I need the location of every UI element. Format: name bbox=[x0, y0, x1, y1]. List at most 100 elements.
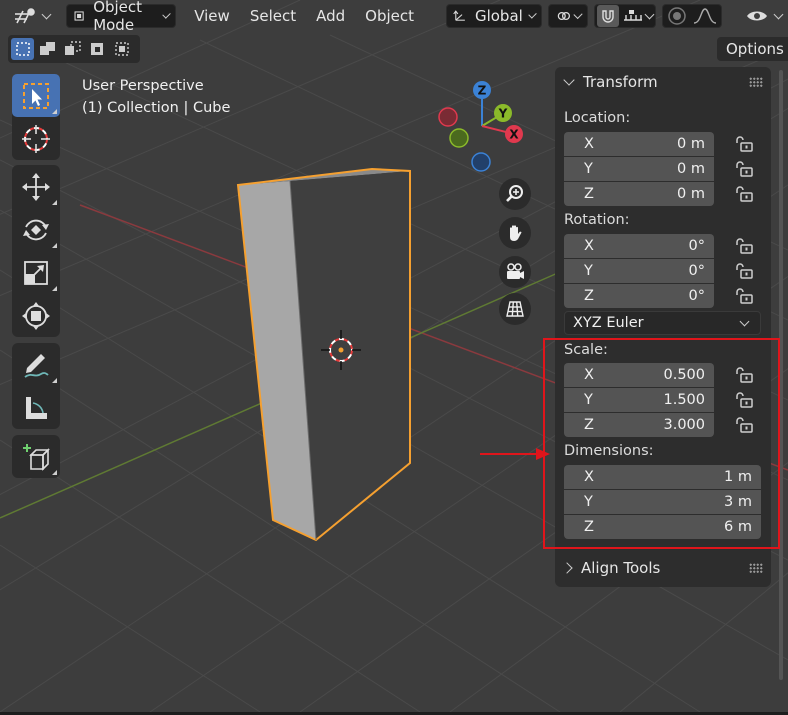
select-extend-icon bbox=[39, 42, 55, 55]
magnet-icon bbox=[602, 10, 614, 23]
axis-label: Y bbox=[584, 263, 593, 279]
select-extend-button[interactable] bbox=[36, 38, 59, 60]
orientation-dropdown[interactable]: Global bbox=[446, 4, 542, 28]
field-value: 0° bbox=[688, 288, 705, 304]
object-mode-icon bbox=[74, 11, 84, 21]
scale-icon bbox=[24, 260, 48, 285]
select-intersect-icon bbox=[114, 42, 129, 56]
options-dropdown[interactable]: Options bbox=[717, 37, 788, 61]
rotation-x-field[interactable]: X 0° bbox=[564, 234, 714, 258]
field-value: 0 m bbox=[677, 136, 705, 152]
field-value: 0 m bbox=[677, 161, 705, 177]
tool-cursor[interactable] bbox=[12, 117, 60, 160]
tool-scale[interactable] bbox=[12, 251, 60, 294]
proportional-group bbox=[662, 4, 722, 28]
visibility-dropdown[interactable] bbox=[740, 4, 788, 28]
viewport-header: Object Mode View Select Add Object Globa… bbox=[0, 0, 788, 34]
gizmo-y-label: Y bbox=[498, 107, 508, 121]
select-box-icon bbox=[23, 82, 49, 109]
axis-label: X bbox=[584, 238, 594, 254]
perspective-label: User Perspective bbox=[82, 78, 204, 94]
rotation-label: Rotation: bbox=[564, 212, 630, 228]
navigation-gizmo[interactable]: Z Y X bbox=[432, 76, 532, 176]
tool-annotate[interactable] bbox=[12, 343, 60, 386]
select-subtract-icon bbox=[64, 41, 81, 55]
camera-view-button[interactable] bbox=[499, 256, 531, 288]
pivot-dropdown[interactable] bbox=[548, 4, 588, 28]
menu-view[interactable]: View bbox=[184, 4, 240, 28]
snap-increment-icon[interactable] bbox=[622, 8, 644, 24]
mode-dropdown[interactable]: Object Mode bbox=[66, 0, 177, 34]
location-x-lock-icon[interactable] bbox=[735, 136, 753, 152]
zoom-icon bbox=[506, 185, 523, 202]
cube-object bbox=[236, 167, 411, 542]
drag-handle-icon[interactable] bbox=[749, 563, 763, 573]
rotation-mode-label: XYZ Euler bbox=[573, 315, 644, 331]
rotation-y-field[interactable]: Y 0° bbox=[564, 259, 714, 283]
select-new-button[interactable] bbox=[11, 38, 34, 60]
align-tools-panel-header[interactable]: Align Tools bbox=[561, 554, 660, 582]
toolbar-transform-group bbox=[12, 165, 60, 337]
proportional-edit-icon[interactable] bbox=[667, 6, 687, 26]
field-value: 0 m bbox=[677, 186, 705, 202]
tool-measure[interactable] bbox=[12, 386, 60, 429]
field-value: 0° bbox=[688, 238, 705, 254]
rotation-z-lock-icon[interactable] bbox=[735, 288, 753, 304]
eye-icon bbox=[747, 11, 767, 21]
snap-toggle[interactable] bbox=[597, 5, 619, 27]
rotation-z-field[interactable]: Z 0° bbox=[564, 284, 714, 308]
location-y-field[interactable]: Y 0 m bbox=[564, 157, 714, 181]
tool-rotate[interactable] bbox=[12, 208, 60, 251]
location-z-field[interactable]: Z 0 m bbox=[564, 182, 714, 206]
chevron-down-icon bbox=[563, 73, 575, 86]
tool-move[interactable] bbox=[12, 165, 60, 208]
pivot-icon bbox=[557, 11, 571, 21]
toolbar-add-group bbox=[12, 435, 60, 478]
axis-label: Z bbox=[584, 288, 594, 304]
zoom-button[interactable] bbox=[499, 178, 531, 210]
snap-group bbox=[594, 4, 656, 28]
field-value: 0° bbox=[688, 263, 705, 279]
tool-select-box[interactable] bbox=[12, 74, 60, 117]
3d-viewport[interactable]: Object Mode View Select Add Object Globa… bbox=[0, 0, 788, 712]
select-intersect-button[interactable] bbox=[111, 38, 134, 60]
menu-object[interactable]: Object bbox=[355, 4, 424, 28]
editor-type-button[interactable] bbox=[8, 4, 56, 28]
orientation-icon bbox=[453, 10, 465, 21]
menu-select[interactable]: Select bbox=[240, 4, 306, 28]
tool-add-cube[interactable] bbox=[12, 435, 60, 478]
annotate-icon bbox=[24, 353, 49, 378]
add-cube-icon bbox=[23, 443, 50, 471]
transform-icon bbox=[22, 301, 50, 330]
tool-transform[interactable] bbox=[12, 294, 60, 337]
location-z-lock-icon[interactable] bbox=[735, 186, 753, 202]
select-invert-button[interactable] bbox=[86, 38, 109, 60]
location-y-lock-icon[interactable] bbox=[735, 161, 753, 177]
menu-add[interactable]: Add bbox=[306, 4, 355, 28]
transform-panel-header[interactable]: Transform bbox=[563, 68, 658, 96]
viewport-info: User Perspective (1) Collection | Cube bbox=[82, 75, 230, 119]
camera-icon bbox=[507, 263, 524, 279]
axis-label: X bbox=[584, 136, 594, 152]
grid-perspective-icon bbox=[506, 301, 524, 317]
chevron-right-icon bbox=[561, 562, 573, 574]
chevron-down-icon bbox=[739, 316, 750, 326]
axis-label: Z bbox=[584, 186, 594, 202]
transform-title: Transform bbox=[583, 73, 658, 91]
rotation-y-lock-icon[interactable] bbox=[735, 263, 753, 279]
pan-button[interactable] bbox=[499, 217, 531, 249]
annotation-highlight-box bbox=[543, 338, 780, 549]
rotation-mode-dropdown[interactable]: XYZ Euler bbox=[564, 311, 761, 335]
location-x-field[interactable]: X 0 m bbox=[564, 132, 714, 156]
falloff-icon[interactable] bbox=[693, 7, 717, 25]
rotation-x-lock-icon[interactable] bbox=[735, 238, 753, 254]
collection-label: (1) Collection | Cube bbox=[82, 100, 231, 116]
select-new-icon bbox=[15, 42, 30, 56]
drag-handle-icon[interactable] bbox=[749, 77, 763, 87]
location-label: Location: bbox=[564, 110, 631, 126]
orientation-label: Global bbox=[474, 7, 523, 25]
options-label: Options bbox=[726, 40, 784, 58]
perspective-toggle-button[interactable] bbox=[499, 293, 531, 325]
select-subtract-button[interactable] bbox=[61, 38, 84, 60]
gizmo-x-label: X bbox=[509, 128, 519, 142]
